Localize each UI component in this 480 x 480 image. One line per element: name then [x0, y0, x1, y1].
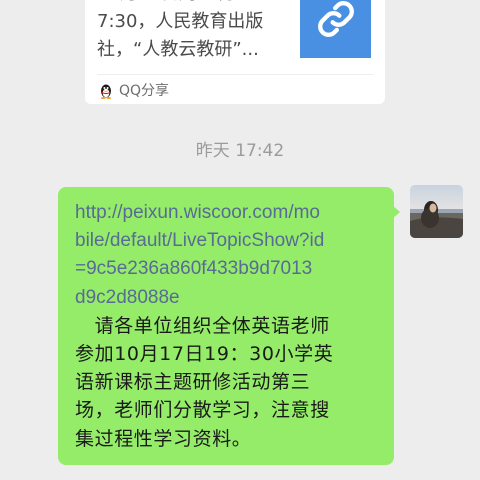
link-icon: [317, 1, 354, 37]
avatar[interactable]: [410, 185, 463, 238]
shared-link-description: 10月12日周三晚 7:30，人民教育出版 社，“人教云教研”...: [97, 0, 297, 64]
message-text-line: 集过程性学习资料。: [75, 427, 252, 450]
shared-link-line: 社，“人教云教研”...: [97, 39, 259, 60]
message-text-line: 语新课标主题研修活动第三: [75, 371, 311, 394]
message-link-line[interactable]: d9c2d8088e: [75, 284, 380, 312]
message-link-line[interactable]: =9c5e236a860f433b9d7013: [75, 255, 380, 283]
share-source: QQ分享: [99, 82, 169, 100]
link-thumbnail: [300, 0, 371, 58]
share-source-label: QQ分享: [119, 83, 170, 99]
card-divider: [97, 74, 373, 75]
message-text-line: 场，老师们分散学习，注意搜: [75, 399, 330, 422]
message-text-line: 参加10月17日19：30小学英: [75, 343, 334, 366]
qq-penguin-icon: [101, 84, 111, 99]
shared-link-line: 7:30，人民教育出版: [97, 11, 264, 32]
message-text-line: 请各单位组织全体英语老师: [75, 314, 330, 337]
message-link-line[interactable]: http://peixun.wiscoor.com/mo: [75, 199, 380, 227]
avatar-photo: [410, 185, 463, 238]
shared-link-card[interactable]: 10月12日周三晚 7:30，人民教育出版 社，“人教云教研”... QQ分享: [85, 0, 385, 104]
shared-link-line: 10月12日周三晚: [97, 0, 297, 8]
bubble-tail: [392, 205, 400, 219]
sent-message-bubble[interactable]: http://peixun.wiscoor.com/mo bile/defaul…: [58, 187, 394, 465]
message-timestamp: 昨天 17:42: [195, 141, 285, 161]
message-link-line[interactable]: bile/default/LiveTopicShow?id: [75, 227, 380, 255]
